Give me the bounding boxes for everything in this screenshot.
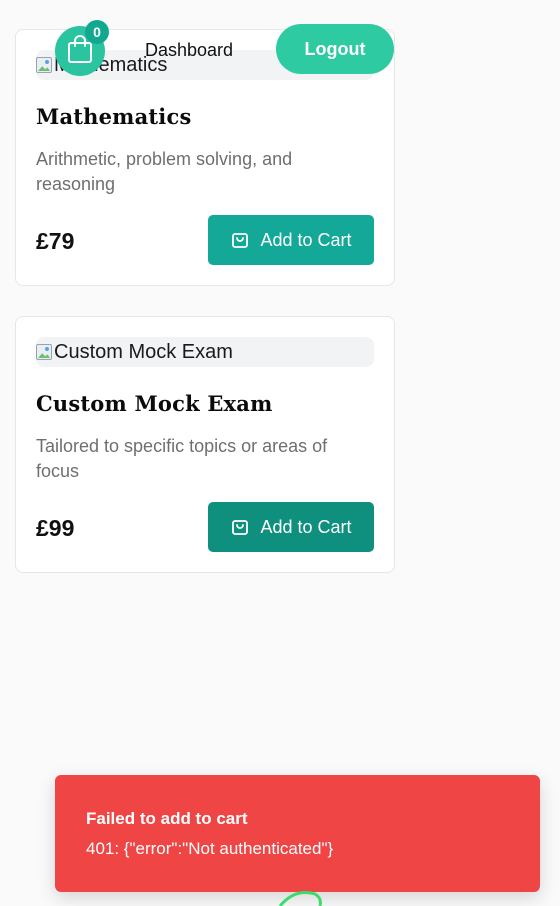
product-price: £99 bbox=[36, 515, 75, 541]
add-to-cart-button[interactable]: Add to Cart bbox=[208, 215, 374, 265]
product-title: Mathematics bbox=[36, 104, 192, 129]
add-to-cart-button[interactable]: Add to Cart bbox=[208, 502, 374, 552]
error-toast[interactable]: Failed to add to cart 401: {"error":"Not… bbox=[55, 775, 540, 892]
product-image: Custom Mock Exam bbox=[36, 337, 374, 367]
product-description: Arithmetic, problem solving, and reasoni… bbox=[36, 149, 293, 194]
shopping-bag-icon bbox=[230, 517, 250, 537]
dashboard-link[interactable]: Dashboard bbox=[145, 40, 233, 61]
shopping-bag-icon bbox=[230, 230, 250, 250]
product-image-alt: Custom Mock Exam bbox=[54, 340, 233, 363]
product-price: £79 bbox=[36, 228, 75, 254]
logout-button[interactable]: Logout bbox=[276, 24, 394, 74]
add-to-cart-label: Add to Cart bbox=[260, 229, 352, 250]
toast-message: 401: {"error":"Not authenticated"} bbox=[86, 839, 334, 858]
product-description: Tailored to specific topics or areas of … bbox=[36, 436, 328, 481]
cart-count-badge: 0 bbox=[85, 20, 109, 44]
product-card: Custom Mock Exam Custom Mock Exam Tailor… bbox=[15, 316, 395, 573]
broken-image-icon bbox=[36, 344, 52, 360]
add-to-cart-label: Add to Cart bbox=[260, 516, 352, 537]
decorative-curve bbox=[278, 891, 322, 906]
toast-title: Failed to add to cart bbox=[86, 809, 248, 828]
page: Mathematics Mathematics Arithmetic, prob… bbox=[0, 0, 560, 906]
product-title: Custom Mock Exam bbox=[36, 391, 273, 416]
broken-image-icon bbox=[36, 57, 52, 73]
